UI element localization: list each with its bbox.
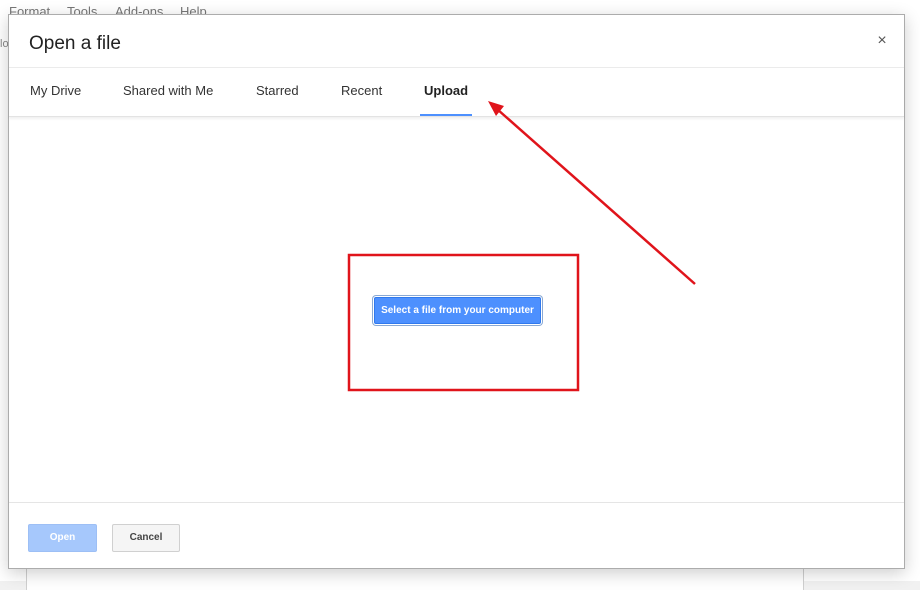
close-icon[interactable]: × [872, 31, 892, 51]
tab-shared-with-me[interactable]: Shared with Me [123, 68, 213, 114]
upload-panel: Select a file from your computer [9, 116, 904, 502]
dialog-footer: Open Cancel [9, 502, 904, 569]
tab-bar: My Drive Shared with Me Starred Recent U… [9, 67, 904, 117]
tab-recent[interactable]: Recent [341, 68, 382, 114]
dialog-title: Open a file [29, 33, 121, 54]
open-file-dialog: Open a file × My Drive Shared with Me St… [8, 14, 905, 569]
tab-starred[interactable]: Starred [256, 68, 299, 114]
open-button: Open [28, 524, 97, 552]
tab-upload[interactable]: Upload [420, 68, 473, 116]
select-file-button[interactable]: Select a file from your computer [374, 297, 541, 324]
cancel-button[interactable]: Cancel [112, 524, 180, 552]
tab-my-drive[interactable]: My Drive [30, 68, 81, 114]
